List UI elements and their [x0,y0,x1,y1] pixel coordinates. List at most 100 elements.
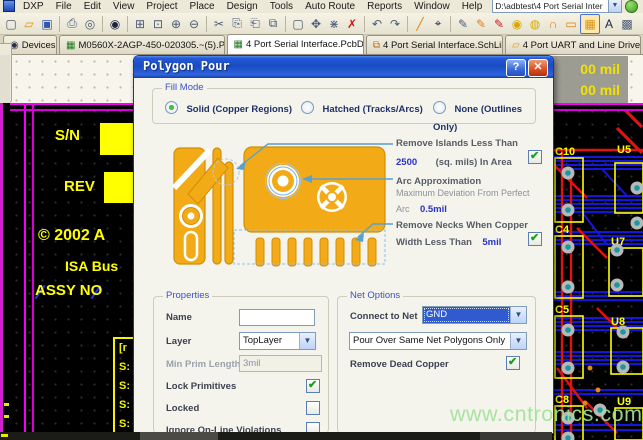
dialog-titlebar[interactable]: Polygon Pour ? ✕ [134,56,553,78]
menu-dxp[interactable]: DXP [17,0,50,13]
menu-help[interactable]: Help [456,0,489,13]
panel-edge [0,55,10,103]
name-input[interactable] [239,309,315,326]
redo-icon[interactable]: ↷ [386,15,404,33]
menu-auto-route[interactable]: Auto Route [299,0,361,13]
toolbar-separator [285,16,286,32]
interactive-routing-icon[interactable]: ╱ [411,15,429,33]
heads-up-display: 00 mil 00 mil [551,56,628,103]
chevron-down-icon[interactable]: ▼ [608,0,622,12]
place-string-icon[interactable]: A [600,15,618,33]
menu-edit[interactable]: Edit [78,0,107,13]
place-multi-trace-icon[interactable]: ✎ [490,15,508,33]
menu-place[interactable]: Place [184,0,221,13]
silkscreen-dash [4,403,9,406]
place-arc-icon[interactable]: ∩ [544,15,562,33]
zoom-in-icon[interactable]: ⊕ [167,15,185,33]
islands-area-value[interactable]: 2500 [396,157,417,168]
folder-icon: ▱ [512,40,520,51]
connect-to-net-dropdown[interactable]: GND ▼ [422,306,527,324]
net-value: GND [423,307,510,323]
radio-hatched[interactable]: Hatched (Tracks/Arcs) [301,99,423,117]
app-icon [3,0,15,12]
print-preview-icon[interactable]: ◎ [81,15,99,33]
fit-board-icon[interactable]: ⊡ [149,15,167,33]
radio-solid[interactable]: Solid (Copper Regions) [165,99,292,117]
annotation-title: Remove Necks When Copper [396,220,548,232]
pcb-board-left[interactable]: S/N REV © 2002 A ISA Bus ASSY NO [r S: S… [10,105,133,432]
select-area-icon[interactable]: ▢ [289,15,307,33]
clear-filter-icon[interactable]: ✗ [343,15,361,33]
hud-line: 00 mil [551,59,620,80]
help-advisor-icon[interactable] [625,0,638,13]
hud-line: 00 mil [551,80,620,101]
arc-deviation-value[interactable]: 0.5mil [420,204,447,215]
menu-view[interactable]: View [107,0,141,13]
menu-reports[interactable]: Reports [361,0,408,13]
chevron-down-icon[interactable]: ▼ [299,333,315,349]
radio-none[interactable]: None (Outlines Only) [433,99,535,135]
vias [583,366,601,406]
silkscreen-box-line: S: [119,396,133,415]
help-button[interactable]: ? [506,59,526,77]
toolbar-separator [364,16,365,32]
polygon-pour-dialog: Polygon Pour ? ✕ Fill Mode Solid (Copper… [133,55,554,434]
tab-4port-serial-pcbdoc[interactable]: ▦ 4 Port Serial Interface.PcbDoc [227,34,364,54]
chevron-down-icon[interactable]: ▼ [510,307,526,323]
place-pad-icon[interactable]: ◉ [508,15,526,33]
deselect-all-icon[interactable]: ⋇ [325,15,343,33]
find-similar-icon[interactable]: ⌖ [429,15,447,33]
paste-array-icon[interactable]: ⧉ [264,15,282,33]
layer-label: Layer [166,336,191,347]
chevron-down-icon[interactable]: ▼ [510,333,526,349]
place-track-icon[interactable]: ✎ [454,15,472,33]
remove-islands-checkbox[interactable] [528,150,542,164]
pcb-doc-icon: ▦ [234,39,243,50]
menu-project[interactable]: Project [140,0,183,13]
menu-design[interactable]: Design [221,0,264,13]
new-document-icon[interactable]: ▢ [2,15,20,33]
paste-icon[interactable]: ⎗ [246,15,264,33]
pcb-board-right[interactable]: C10 U5 C4 U7 C5 U8 C8 U9 [547,105,643,440]
radio-button-icon[interactable] [433,101,446,114]
locked-checkbox[interactable] [306,401,320,415]
menu-window[interactable]: Window [408,0,456,13]
menu-tools[interactable]: Tools [264,0,299,13]
remove-dead-copper-checkbox[interactable] [506,356,520,370]
copy-icon[interactable]: ⎘ [228,15,246,33]
place-fill-icon[interactable]: ▭ [562,15,580,33]
save-document-icon[interactable]: ▣ [38,15,56,33]
move-object-icon[interactable]: ✥ [307,15,325,33]
radio-button-icon[interactable] [301,101,314,114]
layer-dropdown[interactable]: TopLayer ▼ [239,332,316,350]
document-path-combo[interactable]: D:\adbtest\4 Port Serial Inter ▼ [492,0,622,13]
radio-solid-label: Solid (Copper Regions) [186,104,292,115]
board-insight-icon[interactable]: ◉ [106,15,124,33]
close-button[interactable]: ✕ [528,59,548,77]
tab-m0560x-pcb[interactable]: ▦ M0560X-2AGP-450-020305.~(5).PCB [59,35,224,54]
place-via-icon[interactable]: ◍ [526,15,544,33]
polygon-pour-icon[interactable]: ▦ [580,14,600,34]
lock-primitives-checkbox[interactable] [306,379,320,393]
undo-icon[interactable]: ↶ [368,15,386,33]
strip-segment [140,432,218,440]
annotation-title: Remove Islands Less Than [396,138,548,150]
remove-necks-checkbox[interactable] [528,232,542,246]
tab-4port-uart[interactable]: ▱ 4 Port UART and Line Drivers. [505,35,641,54]
cut-icon[interactable]: ✂ [210,15,228,33]
menu-file[interactable]: File [50,0,78,13]
fit-document-icon[interactable]: ⊞ [131,15,149,33]
silkscreen-table-box: [r S: S: S: S: [113,337,133,432]
pcb-canvas-margin-left[interactable] [10,55,133,103]
neck-width-value[interactable]: 5mil [482,237,501,248]
place-differential-pair-icon[interactable]: ✎ [472,15,490,33]
tab-label: 4 Port Serial Interface.SchLib * [383,40,503,51]
zoom-selection-icon[interactable]: ⊖ [185,15,203,33]
print-icon[interactable]: ⎙ [63,15,81,33]
radio-button-icon[interactable] [165,101,178,114]
tab-4port-serial-schlib[interactable]: ⧉ 4 Port Serial Interface.SchLib * [366,35,503,54]
name-label: Name [166,312,192,323]
pour-over-dropdown[interactable]: Pour Over Same Net Polygons Only ▼ [349,332,527,350]
place-component-icon[interactable]: ▩ [618,15,636,33]
open-document-icon[interactable]: ▱ [20,15,38,33]
